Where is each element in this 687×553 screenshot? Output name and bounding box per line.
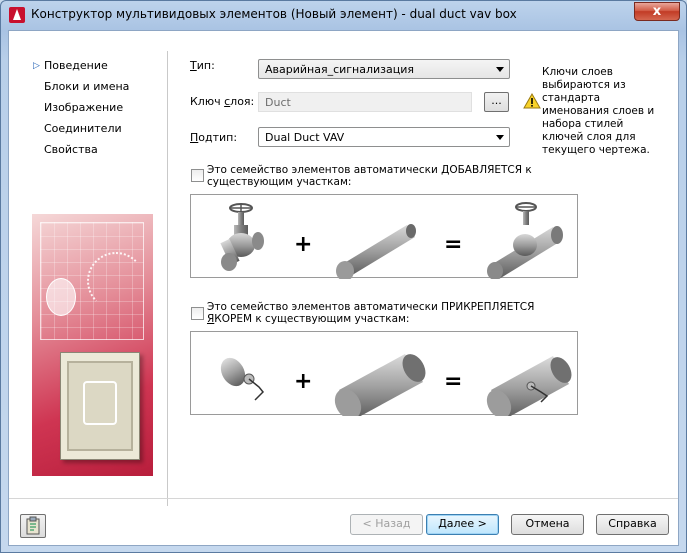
drawing-sheet-frame	[67, 361, 133, 451]
layer-key-label: Ключ слоя:	[190, 95, 255, 108]
auto-add-illustration: + =	[190, 194, 578, 281]
equals-operator: =	[444, 369, 462, 394]
auto-anchor-illustration: + =	[190, 331, 578, 420]
layer-key-browse-button[interactable]: ...	[484, 92, 509, 112]
window-title: Конструктор мультивидовых элементов (Нов…	[31, 7, 517, 21]
cancel-button[interactable]: Отмена	[511, 514, 584, 535]
type-label: Тип:	[190, 59, 215, 72]
damper-icon	[220, 357, 265, 401]
plus-operator: +	[294, 369, 312, 394]
nav-item-image[interactable]: Изображение	[33, 101, 129, 122]
drawing-sheet	[60, 352, 140, 460]
dotted-arc	[87, 252, 145, 310]
wizard-side-illustration	[32, 214, 153, 476]
chevron-down-icon	[496, 135, 504, 140]
help-button[interactable]: Справка	[596, 514, 669, 535]
plus-operator: +	[294, 232, 312, 257]
chevron-down-icon	[496, 67, 504, 72]
subtype-label: Подтип:	[190, 131, 238, 144]
type-dropdown[interactable]: Аварийная_сигнализация	[258, 59, 510, 79]
nav-item-connectors[interactable]: Соединители	[33, 122, 129, 143]
type-dropdown-value: Аварийная_сигнализация	[265, 63, 415, 76]
footer-divider	[9, 498, 678, 499]
autocad-app-icon	[9, 7, 25, 23]
auto-add-checkbox[interactable]	[191, 169, 204, 182]
duct-cylinder-icon	[334, 354, 426, 420]
next-button[interactable]: Далее >	[426, 514, 499, 535]
layer-key-hint: Ключи слоев выбираются из стандарта имен…	[542, 66, 655, 156]
title-bar[interactable]: Конструктор мультивидовых элементов (Нов…	[1, 1, 686, 29]
equals-operator: =	[444, 232, 462, 257]
nav-item-behavior[interactable]: ▷ Поведение	[33, 59, 129, 80]
warning-icon	[523, 92, 541, 109]
close-button[interactable]: x	[634, 2, 680, 21]
context-help-button[interactable]	[20, 514, 46, 538]
subtype-dropdown-value: Dual Duct VAV	[265, 131, 345, 144]
wizard-nav: ▷ Поведение Блоки и имена Изображение Со…	[33, 59, 129, 164]
selected-marker-icon: ▷	[33, 61, 40, 71]
back-button[interactable]: < Назад	[350, 514, 423, 535]
shape-blob	[46, 278, 76, 316]
dialog-client-area: ▷ Поведение Блоки и имена Изображение Со…	[8, 30, 679, 546]
auto-add-label: Это семейство элементов автоматически ДО…	[207, 164, 532, 188]
layer-key-field[interactable]: Duct	[258, 92, 472, 112]
nav-item-label: Поведение	[44, 59, 108, 72]
valve-icon	[220, 203, 264, 271]
nav-item-properties[interactable]: Свойства	[33, 143, 129, 164]
auto-anchor-label: Это семейство элементов автоматически ПР…	[207, 301, 535, 325]
auto-anchor-checkbox[interactable]	[191, 307, 204, 320]
nav-item-blocks-names[interactable]: Блоки и имена	[33, 80, 129, 101]
valve-on-duct-icon	[487, 202, 563, 280]
dialog-window: Конструктор мультивидовых элементов (Нов…	[0, 0, 687, 553]
subtype-dropdown[interactable]: Dual Duct VAV	[258, 127, 510, 147]
clipboard-help-icon	[26, 516, 40, 535]
duct-with-damper-icon	[486, 356, 572, 419]
nav-divider	[167, 51, 168, 506]
duct-segment-icon	[336, 224, 416, 281]
